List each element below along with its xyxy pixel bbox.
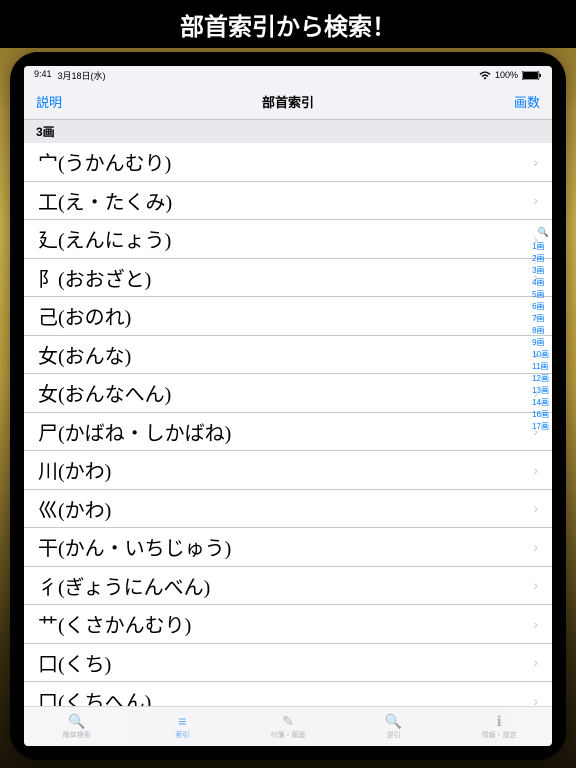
index-item[interactable]: 14画: [532, 397, 551, 409]
index-item[interactable]: 6画: [532, 301, 551, 313]
list-item-label: 宀(うかんむり): [38, 147, 171, 176]
nav-title: 部首索引: [262, 92, 314, 111]
list-item-label: 尸(かばね・しかばね): [38, 417, 231, 446]
index-item[interactable]: 3画: [532, 265, 551, 277]
chevron-right-icon: ›: [533, 654, 538, 670]
list-item[interactable]: 己(おのれ)›: [24, 297, 552, 336]
list-item[interactable]: 阝(おおざと)›: [24, 259, 552, 298]
list-item-label: 廴(えんにょう): [38, 224, 171, 253]
nav-bar: 説明 部首索引 画数: [24, 84, 552, 120]
tab-label: 簡単検索: [63, 730, 91, 740]
list-item-label: 巛(かわ): [38, 494, 111, 523]
tab-icon: ℹ: [497, 713, 502, 729]
list-item[interactable]: 女(おんなへん)›: [24, 374, 552, 413]
chevron-right-icon: ›: [533, 577, 538, 593]
chevron-right-icon: ›: [533, 539, 538, 555]
list-item[interactable]: 艹(くさかんむり) ›: [24, 605, 552, 644]
index-item[interactable]: 9画: [532, 337, 551, 349]
index-item[interactable]: 1画: [532, 241, 551, 253]
tablet-screen: 9:41 3月18日(水) 100% 説明 部首索引 画数 3画 宀(うかんむり…: [24, 66, 552, 746]
list-item-label: 女(おんな): [38, 340, 131, 369]
status-date: 3月18日(水): [58, 69, 106, 82]
list-item[interactable]: 彳(ぎょうにんべん) ›: [24, 567, 552, 606]
tab-item[interactable]: 🔍簡単検索: [24, 707, 130, 746]
index-item[interactable]: 13画: [532, 385, 551, 397]
list-item[interactable]: 口(くち) ›: [24, 644, 552, 683]
list-item[interactable]: 口(くちへん) ›: [24, 682, 552, 706]
chevron-right-icon: ›: [533, 154, 538, 170]
list-item-label: 工(え・たくみ): [38, 186, 172, 215]
list-item-label: 川(かわ): [38, 455, 111, 484]
index-item[interactable]: 7画: [532, 313, 551, 325]
list-item-label: 彳(ぎょうにんべん): [38, 571, 210, 600]
list-item[interactable]: 干(かん・いちじゅう) ›: [24, 528, 552, 567]
list-item-label: 艹(くさかんむり): [38, 609, 191, 638]
index-search-icon[interactable]: 🔍: [538, 226, 551, 240]
list-item[interactable]: 宀(うかんむり) ›: [24, 143, 552, 182]
list-item-label: 干(かん・いちじゅう): [38, 532, 231, 561]
index-item[interactable]: 16画: [532, 409, 551, 421]
list-item-label: 口(くちへん): [38, 686, 151, 706]
tab-icon: 🔍: [385, 713, 402, 729]
index-item[interactable]: 17画: [532, 421, 551, 433]
list-item[interactable]: 工(え・たくみ) ›: [24, 182, 552, 221]
index-item[interactable]: 2画: [532, 253, 551, 265]
list-item[interactable]: 女(おんな)›: [24, 336, 552, 375]
list-item-label: 女(おんなへん): [38, 378, 171, 407]
tab-label: 逆引: [387, 730, 401, 740]
list-item-label: 阝(おおざと): [38, 263, 151, 292]
tab-label: 付箋・履歴: [270, 730, 305, 740]
section-header: 3画: [24, 120, 552, 143]
list-item[interactable]: 川(かわ) ›: [24, 451, 552, 490]
tab-bar: 🔍簡単検索≡索引✎付箋・履歴🔍逆引ℹ情報・設定: [24, 706, 552, 746]
battery-icon: [522, 71, 542, 80]
index-item[interactable]: 4画: [532, 277, 551, 289]
tab-label: 情報・設定: [482, 730, 517, 740]
chevron-right-icon: ›: [533, 500, 538, 516]
index-item[interactable]: 12画: [532, 373, 551, 385]
stroke-index-bar[interactable]: 🔍 1画2画3画4画5画6画7画8画9画10画11画12画13画14画16画17…: [532, 226, 551, 433]
list-item[interactable]: 廴(えんにょう)›: [24, 220, 552, 259]
tab-icon: ✎: [282, 713, 294, 729]
list-item-label: 口(くち): [38, 648, 111, 677]
tab-icon: ≡: [178, 713, 186, 729]
status-bar: 9:41 3月18日(水) 100%: [24, 66, 552, 84]
tab-item[interactable]: ≡索引: [130, 707, 236, 746]
chevron-right-icon: ›: [533, 462, 538, 478]
index-item[interactable]: 10画: [532, 349, 551, 361]
banner-text: 部首索引から検索！: [180, 7, 396, 42]
promo-banner: 部首索引から検索！: [0, 0, 576, 48]
tab-item[interactable]: 🔍逆引: [341, 707, 447, 746]
index-item[interactable]: 11画: [532, 361, 551, 373]
chevron-right-icon: ›: [533, 616, 538, 632]
wifi-icon: [479, 71, 491, 80]
list-item[interactable]: 尸(かばね・しかばね)›: [24, 413, 552, 452]
tablet-frame: 9:41 3月18日(水) 100% 説明 部首索引 画数 3画 宀(うかんむり…: [10, 52, 566, 760]
list-item-label: 己(おのれ): [38, 301, 131, 330]
list-item[interactable]: 巛(かわ) ›: [24, 490, 552, 529]
nav-right-button[interactable]: 画数: [514, 92, 540, 111]
battery-percent: 100%: [495, 70, 518, 80]
index-item[interactable]: 5画: [532, 289, 551, 301]
nav-left-button[interactable]: 説明: [36, 92, 62, 111]
tab-icon: 🔍: [68, 713, 85, 729]
chevron-right-icon: ›: [533, 693, 538, 706]
chevron-right-icon: ›: [533, 192, 538, 208]
radical-list: 宀(うかんむり)›工(え・たくみ)›廴(えんにょう)›阝(おおざと)›己(おのれ…: [24, 143, 552, 706]
tab-item[interactable]: ✎付箋・履歴: [235, 707, 341, 746]
tab-item[interactable]: ℹ情報・設定: [446, 707, 552, 746]
index-item[interactable]: 8画: [532, 325, 551, 337]
tab-label: 索引: [175, 730, 189, 740]
status-time: 9:41: [34, 69, 52, 82]
